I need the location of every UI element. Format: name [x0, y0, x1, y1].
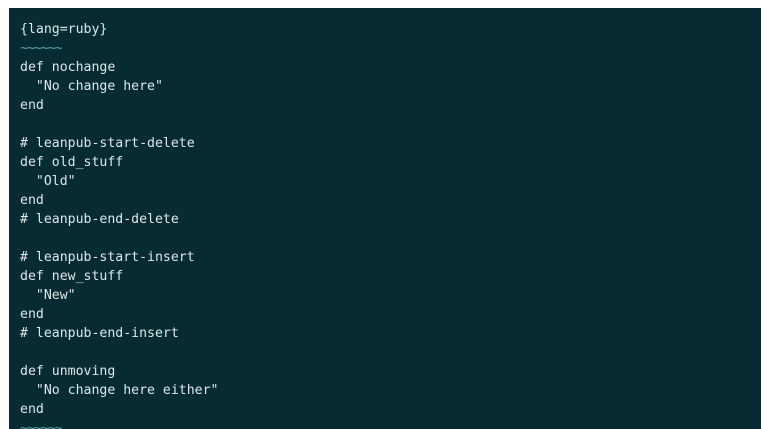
code-block[interactable]: {lang=ruby} ~~~~~~ def nochange "No chan…: [20, 20, 219, 429]
code-editor-pane[interactable]: {lang=ruby} ~~~~~~ def nochange "No chan…: [9, 8, 761, 429]
code-line-string-no-change-either: "No change here either": [20, 383, 219, 398]
code-line-end: end: [20, 98, 44, 113]
code-line-end-delete-comment: # leanpub-end-delete: [20, 212, 179, 227]
code-line-start-delete-comment: # leanpub-start-delete: [20, 136, 195, 151]
code-line-string-new: "New": [20, 288, 76, 303]
code-line-def-old-stuff: def old_stuff: [20, 155, 124, 170]
code-line-def-new-stuff: def new_stuff: [20, 269, 124, 284]
code-line-end-insert-comment: # leanpub-end-insert: [20, 326, 179, 341]
code-fence-open: ~~~~~~: [20, 41, 63, 56]
code-line-end: end: [20, 193, 44, 208]
code-line-start-insert-comment: # leanpub-start-insert: [20, 250, 195, 265]
code-line-end: end: [20, 307, 44, 322]
code-line-def-nochange: def nochange: [20, 60, 116, 75]
code-fence-close: ~~~~~~: [20, 421, 63, 429]
code-line-string-old: "Old": [20, 174, 76, 189]
code-line-def-unmoving: def unmoving: [20, 364, 116, 379]
code-line-end: end: [20, 402, 44, 417]
code-line-string-no-change: "No change here": [20, 79, 163, 94]
code-line-lang-attribute: {lang=ruby}: [20, 22, 108, 37]
